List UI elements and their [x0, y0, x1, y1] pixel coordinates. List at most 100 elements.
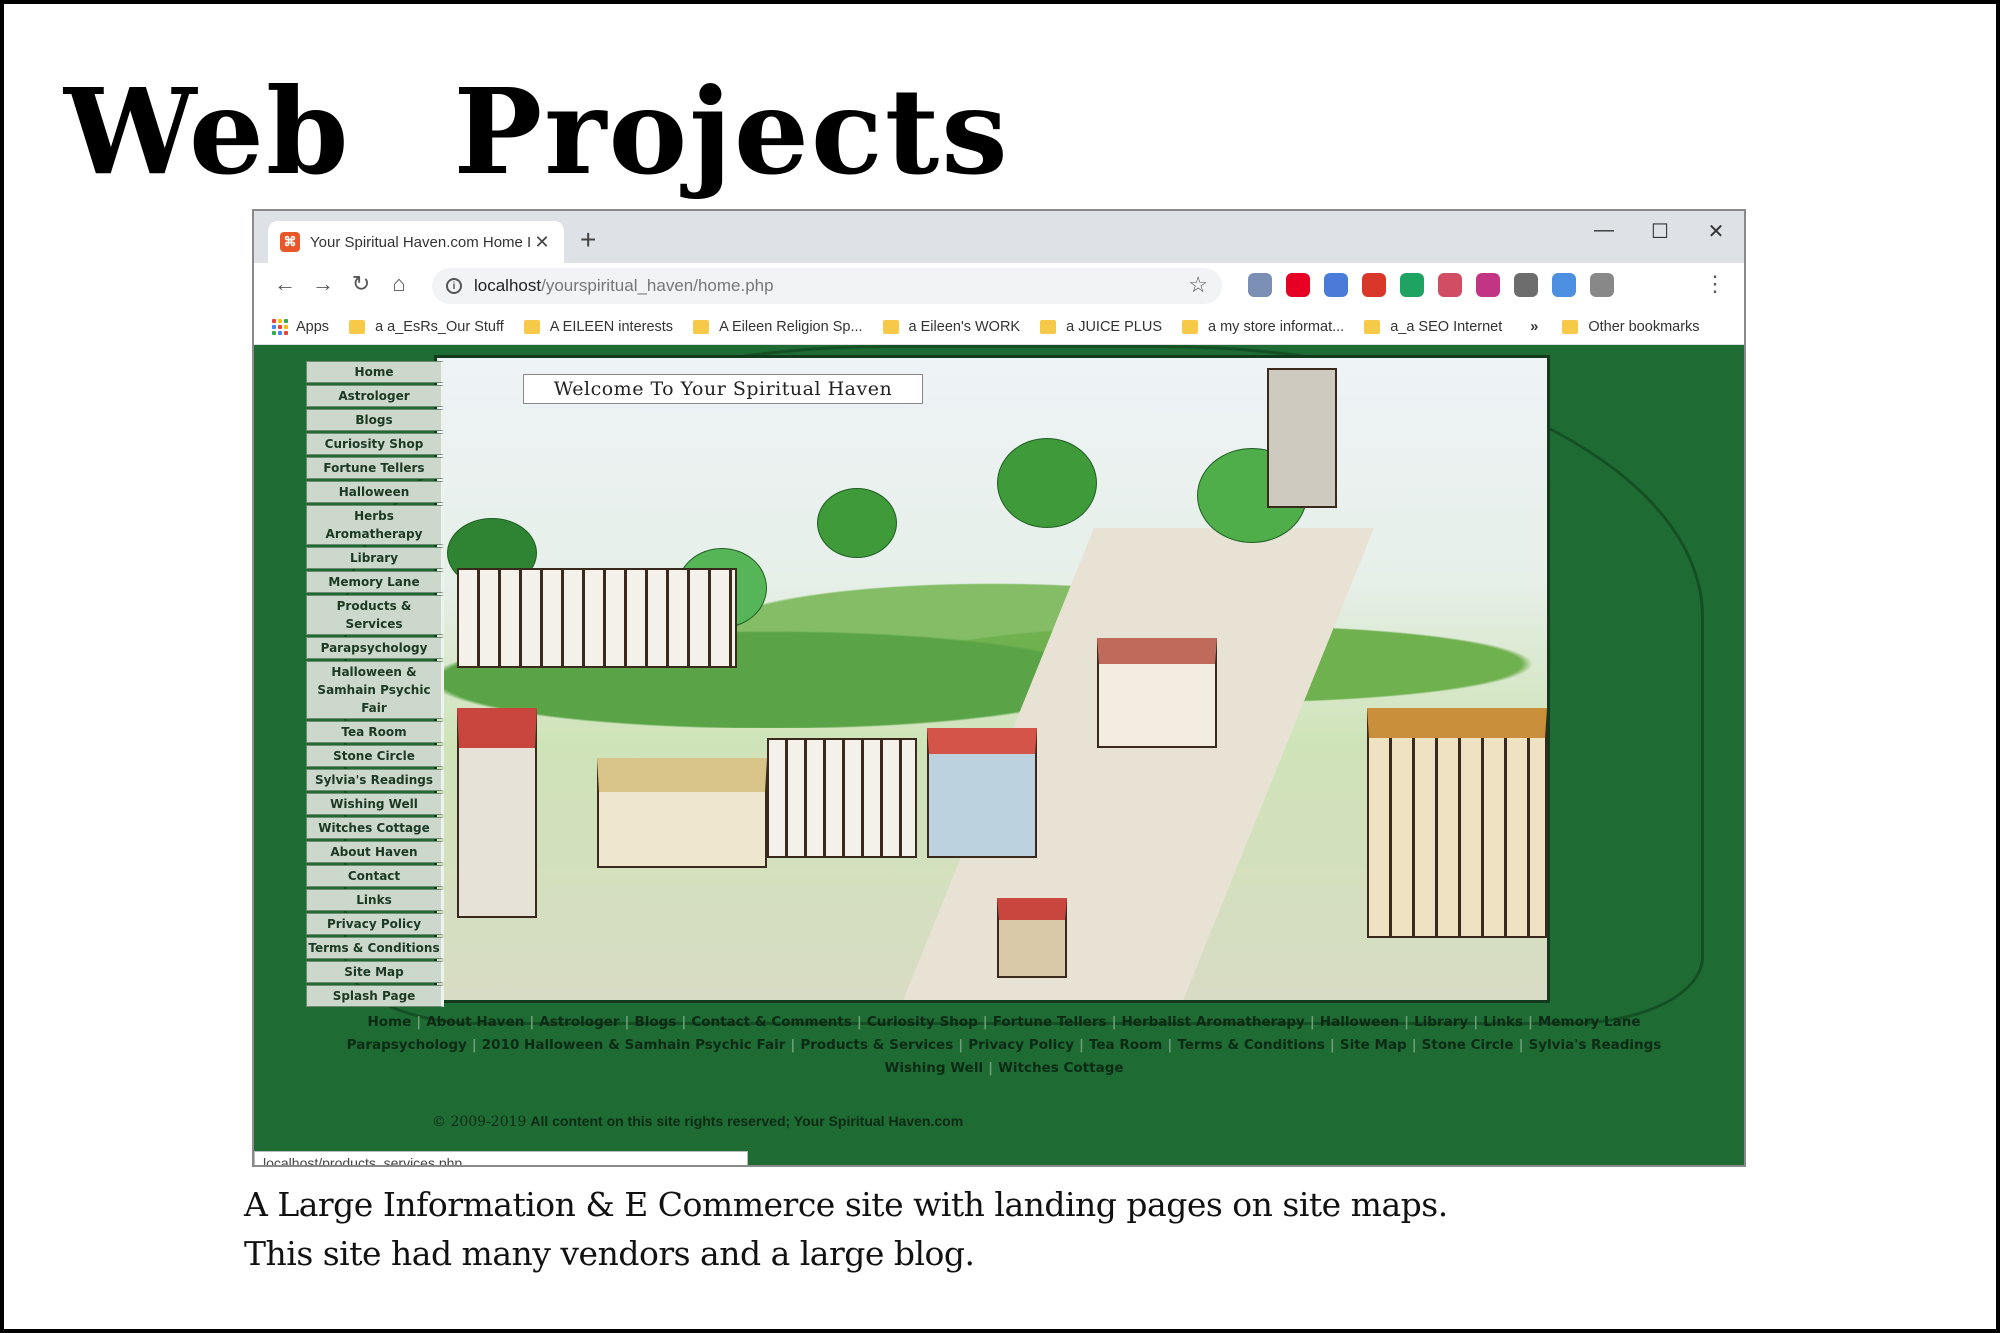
minimize-button[interactable]: — [1584, 219, 1624, 242]
footer-link[interactable]: Fortune Tellers [993, 1014, 1107, 1030]
folder-icon [523, 319, 540, 334]
sidenav-link[interactable]: Wishing Well [306, 793, 444, 815]
link-separator: | [1167, 1037, 1173, 1053]
sidenav-link[interactable]: Halloween & Samhain Psychic Fair [306, 661, 444, 719]
sidenav-link[interactable]: Blogs [306, 409, 444, 431]
bookmark-item[interactable]: Apps [272, 318, 330, 335]
sidenav-link[interactable]: Library [306, 547, 444, 569]
extension-icon[interactable] [1286, 273, 1310, 297]
extension-icon[interactable] [1552, 273, 1576, 297]
extension-icon[interactable] [1362, 273, 1386, 297]
footer-link[interactable]: Links [1483, 1014, 1523, 1030]
footer-link[interactable]: Parapsychology [347, 1037, 467, 1053]
extension-icon[interactable] [1514, 273, 1538, 297]
footer-link[interactable]: Wishing Well [884, 1060, 983, 1076]
maximize-button[interactable]: ☐ [1640, 219, 1680, 244]
bookmark-item[interactable]: a a_EsRs_Our Stuff [349, 319, 504, 335]
site-info-icon[interactable]: i [446, 278, 462, 294]
bookmark-label: A EILEEN interests [549, 318, 674, 335]
tab-close-icon[interactable]: ✕ [532, 232, 552, 253]
footer-link[interactable]: About Haven [426, 1014, 524, 1030]
bookmark-item[interactable]: a_a SEO Internet [1364, 319, 1502, 335]
extension-icon[interactable] [1248, 273, 1272, 297]
footer-link[interactable]: Contact & Comments [691, 1014, 852, 1030]
footer-link[interactable]: Site Map [1340, 1037, 1407, 1053]
back-arrow-icon[interactable]: ← [270, 271, 300, 297]
footer-link[interactable]: Stone Circle [1422, 1037, 1514, 1053]
footer-link[interactable]: Tea Room [1089, 1037, 1162, 1053]
sidenav-link[interactable]: Astrologer [306, 385, 444, 407]
footer-link[interactable]: Sylvia's Readings [1529, 1037, 1662, 1053]
sidenav-link[interactable]: Sylvia's Readings [306, 769, 444, 791]
footer-link[interactable]: Witches Cottage [998, 1060, 1124, 1076]
link-separator: | [856, 1014, 862, 1030]
stone-tower [457, 708, 537, 918]
browser-tab[interactable]: ⌘ Your Spiritual Haven.com Home I ✕ [268, 221, 564, 263]
browser-toolbar: ← → ↻ ⌂ i localhost/yourspiritual_haven/… [254, 263, 1744, 309]
bookmark-item[interactable]: a my store informat... [1182, 319, 1344, 335]
extension-icon[interactable] [1438, 273, 1462, 297]
sidenav-link[interactable]: Splash Page [306, 985, 444, 1007]
other-bookmarks[interactable]: Other bookmarks [1562, 318, 1700, 335]
sidenav-link[interactable]: Contact [306, 865, 444, 887]
footer-link[interactable]: Astrologer [539, 1014, 619, 1030]
footer-link[interactable]: Herbalist Aromatherapy [1122, 1014, 1305, 1030]
footer-link[interactable]: Halloween [1320, 1014, 1399, 1030]
sidenav-link[interactable]: Terms & Conditions [306, 937, 444, 959]
sidenav-link[interactable]: Site Map [306, 961, 444, 983]
reload-icon[interactable]: ↻ [346, 271, 376, 297]
sidenav-link[interactable]: Products & Services [306, 595, 444, 635]
sidenav-link[interactable]: Parapsychology [306, 637, 444, 659]
sidenav-link[interactable]: Privacy Policy [306, 913, 444, 935]
footer-link[interactable]: 2010 Halloween & Samhain Psychic Fair [482, 1037, 786, 1053]
close-window-button[interactable]: ✕ [1696, 219, 1736, 244]
extension-icon[interactable] [1476, 273, 1500, 297]
page-viewport: Welcome To Your Spiritual Haven Home Astr… [254, 345, 1744, 1165]
caption-line-1: A Large Information & E Commerce site wi… [244, 1185, 1448, 1224]
footer-link[interactable]: Library [1414, 1014, 1468, 1030]
bookmark-item[interactable]: A EILEEN interests [523, 318, 674, 335]
bookmark-label: a_a SEO Internet [1390, 318, 1503, 335]
bookmark-item[interactable]: a JUICE PLUS [1040, 319, 1162, 335]
folder-icon [1562, 319, 1579, 334]
footer-link[interactable]: Terms & Conditions [1177, 1037, 1325, 1053]
extension-icon[interactable] [1400, 273, 1424, 297]
footer-link[interactable]: Privacy Policy [968, 1037, 1074, 1053]
sidenav-link[interactable]: Home [306, 361, 444, 383]
bookmark-item[interactable]: A Eileen Religion Sp... [693, 319, 863, 335]
extension-icon[interactable] [1590, 273, 1614, 297]
bookmark-label: Apps [296, 318, 330, 335]
sidenav-link[interactable]: Memory Lane [306, 571, 444, 593]
footer-link[interactable]: Curiosity Shop [867, 1014, 978, 1030]
bookmark-star-icon[interactable]: ☆ [1188, 272, 1208, 298]
caption-line-2: This site had many vendors and a large b… [244, 1234, 975, 1273]
extension-icons [1248, 273, 1614, 297]
apps-icon [272, 318, 288, 335]
footer-link[interactable]: Memory Lane [1538, 1014, 1641, 1030]
footer-link[interactable]: Blogs [634, 1014, 676, 1030]
new-tab-button[interactable]: + [580, 225, 596, 255]
sidenav-link[interactable]: About Haven [306, 841, 444, 863]
sidenav-link[interactable]: Halloween [306, 481, 444, 503]
sidenav-link[interactable]: Witches Cottage [306, 817, 444, 839]
sidenav-link[interactable]: Curiosity Shop [306, 433, 444, 455]
bookmark-item[interactable]: a Eileen's WORK [882, 319, 1020, 335]
bookmarks-overflow-button[interactable]: » [1530, 319, 1538, 335]
footer-link[interactable]: Home [367, 1014, 411, 1030]
sidenav-link[interactable]: Links [306, 889, 444, 911]
tree-icon [997, 438, 1097, 528]
sidenav-link[interactable]: Tea Room [306, 721, 444, 743]
forward-arrow-icon[interactable]: → [308, 271, 338, 297]
folder-icon [1364, 319, 1381, 334]
footer-row: Wishing Well | Witches Cottage [334, 1057, 1674, 1080]
browser-menu-icon[interactable]: ⋮ [1704, 271, 1726, 297]
sidenav-link[interactable]: Stone Circle [306, 745, 444, 767]
sidenav-link[interactable]: Fortune Tellers [306, 457, 444, 479]
footer-link[interactable]: Products & Services [800, 1037, 953, 1053]
address-bar[interactable]: i localhost/yourspiritual_haven/home.php… [432, 268, 1222, 304]
sidenav-link[interactable]: Herbs Aromatherapy [306, 505, 444, 545]
home-icon[interactable]: ⌂ [384, 271, 414, 297]
extension-icon[interactable] [1324, 273, 1348, 297]
other-bookmarks-label: Other bookmarks [1588, 318, 1700, 335]
copyright-text: All content on this site rights reserved… [530, 1113, 964, 1129]
